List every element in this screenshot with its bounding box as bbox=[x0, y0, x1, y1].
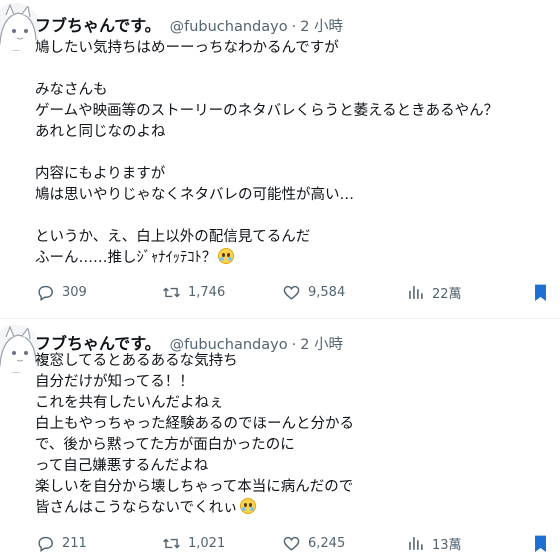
speech-bubble-icon bbox=[38, 285, 53, 301]
tweet-text: 複窓してるとあるあるな気持ち 自分だけが知ってる！！ これを共有したいんだよねぇ… bbox=[35, 351, 555, 519]
tweet-line: で、後から黙ってた方が面白かったのに bbox=[35, 437, 295, 453]
timestamp[interactable]: 2 小時 bbox=[300, 15, 343, 36]
avatar-illustration bbox=[0, 325, 40, 373]
avatar-illustration bbox=[0, 3, 40, 51]
bookmark-icon bbox=[535, 284, 546, 302]
like-count: 9,584 bbox=[308, 285, 346, 300]
tweet-line-last: ふーん……推しｼﾞｬﾅｲｯﾃｺﾄ？ bbox=[35, 248, 555, 269]
bar-chart-icon bbox=[409, 286, 423, 299]
like-button[interactable]: 9,584 bbox=[282, 283, 345, 302]
retweet-count: 1,746 bbox=[188, 285, 226, 300]
reply-count: 211 bbox=[62, 536, 87, 551]
tweet[interactable]: フブちゃんです。 @fubuchandayo · 2 小時 鳩したい気持ちはめー… bbox=[0, 0, 560, 319]
tweet-line: 鳩したい気持ちはめーーっちなわかるんですが bbox=[35, 40, 339, 56]
heart-icon bbox=[283, 536, 300, 551]
pleading-face-emoji-icon bbox=[239, 498, 256, 514]
tweet-line-last: 皆さんはこうならないでくれぃ bbox=[35, 498, 555, 519]
retweet-arrows-icon bbox=[163, 287, 180, 298]
tweet-line: って自己嫌悪するんだよね bbox=[35, 458, 209, 474]
tweet-line: みなさんも bbox=[35, 82, 108, 98]
pleading-face-emoji-icon bbox=[218, 248, 235, 264]
author-name[interactable]: フブちゃんです。 bbox=[35, 12, 161, 36]
avatar[interactable] bbox=[0, 3, 40, 51]
tweet[interactable]: フブちゃんです。 @fubuchandayo · 2 小時 複窓してるとあるある… bbox=[0, 319, 560, 560]
tweet-line-text: 皆さんはこうならないでくれぃ bbox=[35, 500, 238, 516]
tweet-line: 白上もやっちゃった経験あるのでほーんと分かる bbox=[35, 416, 354, 432]
speech-bubble-icon bbox=[38, 536, 53, 552]
tweet-line: あれと同じなのよね bbox=[35, 124, 166, 140]
tweet-line: 複窓してるとあるあるな気持ち bbox=[35, 353, 238, 369]
author-handle[interactable]: @fubuchandayo bbox=[170, 19, 288, 35]
tweet-line: 鳩は思いやりじゃなくネタバレの可能性が高い… bbox=[35, 187, 354, 203]
retweet-count: 1,021 bbox=[188, 536, 226, 551]
tweet-text: 鳩したい気持ちはめーーっちなわかるんですが みなさんも ゲームや映画等のストーリ… bbox=[35, 38, 555, 269]
views-button[interactable]: 13萬 bbox=[406, 534, 462, 553]
tweet-line: これを共有したいんだよねぇ bbox=[35, 395, 224, 411]
tweet-line-text: ふーん……推しｼﾞｬﾅｲｯﾃｺﾄ？ bbox=[35, 250, 217, 266]
tweet-line: というか、え、白上以外の配信見てるんだ bbox=[35, 229, 311, 245]
action-bar: 309 1,746 9,584 22萬 bbox=[0, 283, 560, 307]
retweet-arrows-icon bbox=[163, 538, 180, 549]
avatar[interactable] bbox=[0, 325, 40, 373]
tweet-header: フブちゃんです。 @fubuchandayo · 2 小時 bbox=[35, 12, 343, 36]
retweet-button[interactable]: 1,021 bbox=[162, 534, 225, 553]
tweet-line: 自分だけが知ってる！！ bbox=[35, 374, 194, 390]
reply-button[interactable]: 211 bbox=[36, 534, 87, 553]
separator-dot: · bbox=[291, 19, 297, 35]
tweet-line: 楽しいを自分から壊しちゃって本当に病んだので bbox=[35, 479, 354, 495]
bookmark-button[interactable] bbox=[531, 283, 550, 302]
like-button[interactable]: 6,245 bbox=[282, 534, 345, 553]
view-count: 13萬 bbox=[432, 538, 462, 553]
view-count: 22萬 bbox=[432, 287, 462, 302]
tweet-line: ゲームや映画等のストーリーのネタバレくらうと萎えるときあるやん？ bbox=[35, 103, 499, 119]
reply-count: 309 bbox=[62, 285, 87, 300]
like-count: 6,245 bbox=[308, 536, 346, 551]
tweet-line: 内容にもよりますが bbox=[35, 166, 166, 182]
bookmark-button[interactable] bbox=[531, 534, 550, 553]
action-bar: 211 1,021 6,245 13萬 bbox=[0, 534, 560, 558]
views-button[interactable]: 22萬 bbox=[406, 283, 462, 302]
bookmark-icon bbox=[535, 535, 546, 553]
reply-button[interactable]: 309 bbox=[36, 283, 87, 302]
retweet-button[interactable]: 1,746 bbox=[162, 283, 225, 302]
bar-chart-icon bbox=[409, 537, 423, 550]
heart-icon bbox=[283, 285, 300, 300]
